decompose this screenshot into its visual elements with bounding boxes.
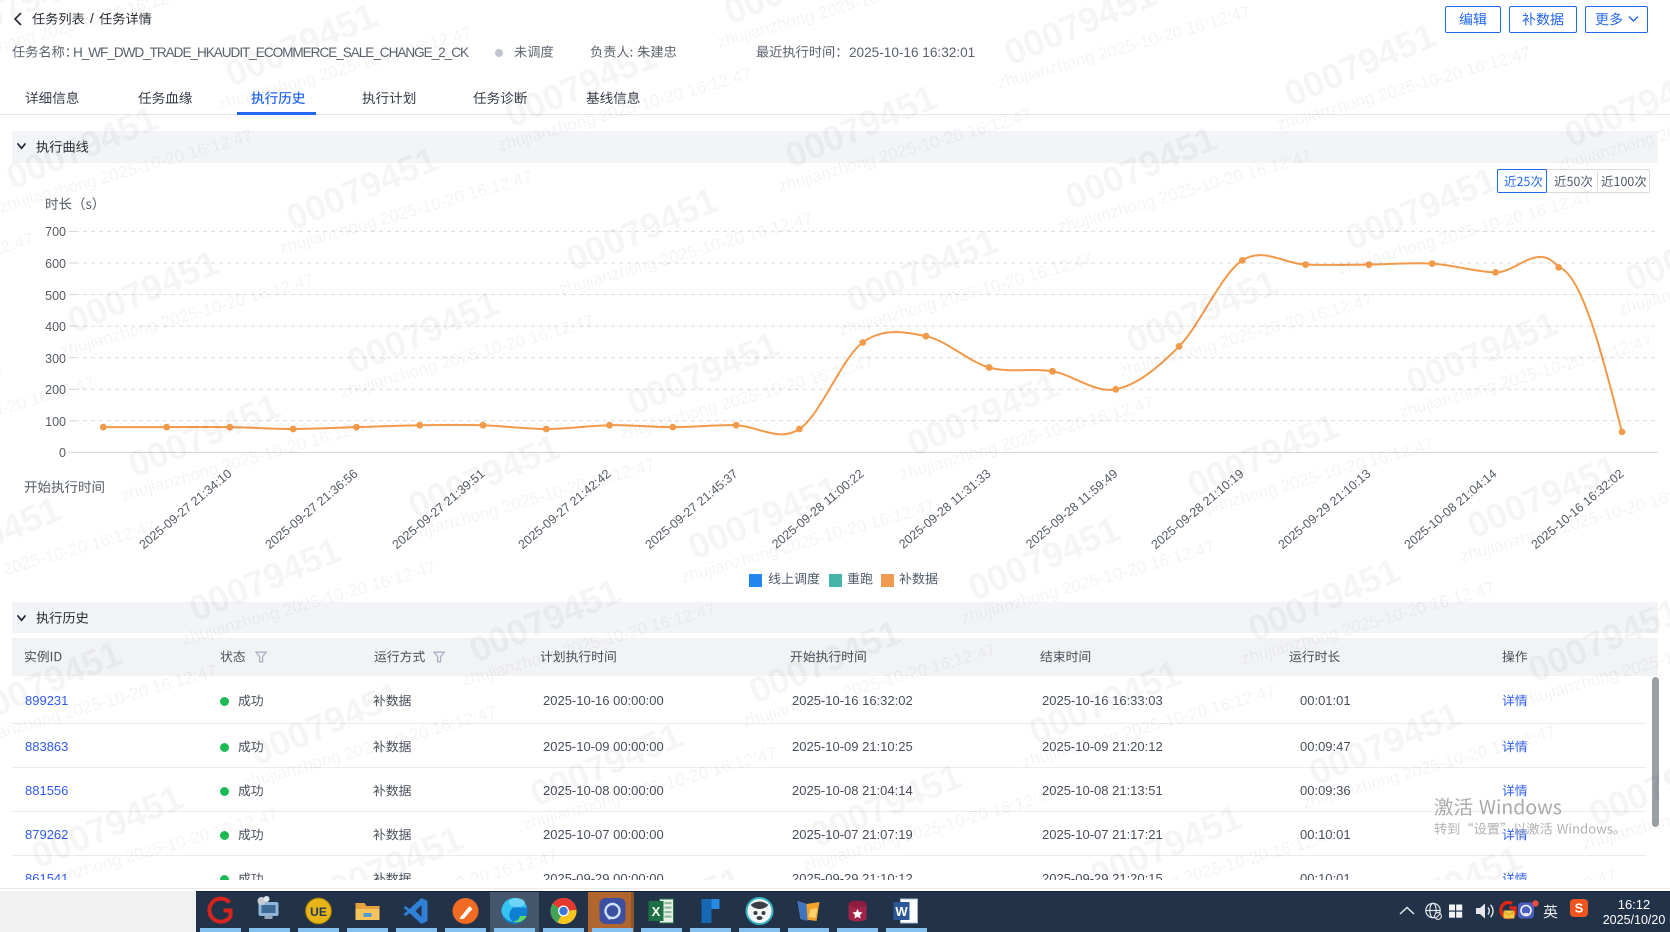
svg-text:00079451: 00079451 <box>1278 14 1441 114</box>
svg-text:UE: UE <box>310 905 327 919</box>
svg-text:zhujianzhong 2025-10-20 16:12:: zhujianzhong 2025-10-20 16:12:47 <box>1275 43 1533 134</box>
svg-text:00079451: 00079451 <box>0 488 67 588</box>
svg-text:zhujianzhong 2025-10-20 16:12:: zhujianzhong 2025-10-20 16:12:47 <box>995 2 1253 93</box>
svg-text:00079451: 00079451 <box>998 0 1161 73</box>
svg-text:zhujianzhong 2025-10-20 16:12:: zhujianzhong 2025-10-20 16:12:47 <box>0 517 158 608</box>
svg-text:00079451: 00079451 <box>718 0 881 32</box>
svg-text:X: X <box>652 904 661 919</box>
svg-text:W: W <box>895 904 908 919</box>
svg-text:00079451: 00079451 <box>1242 549 1405 649</box>
svg-text:S: S <box>1575 901 1584 916</box>
